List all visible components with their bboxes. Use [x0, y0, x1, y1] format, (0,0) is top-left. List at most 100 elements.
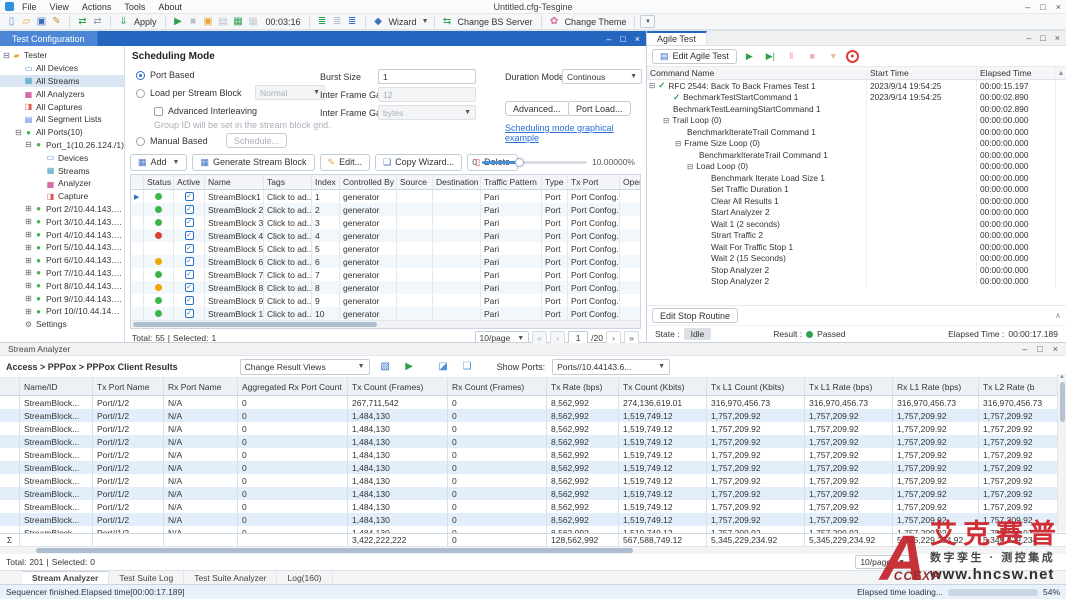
menu-actions[interactable]: Actions: [82, 2, 112, 12]
menu-file[interactable]: File: [22, 2, 37, 12]
tree-item[interactable]: ▅ All Analyzers: [0, 87, 124, 100]
tree-item[interactable]: ▭ All Devices: [0, 62, 124, 75]
agile-command-row[interactable]: Wait 2 (15 Seconds) 00:00:00.000: [647, 253, 1066, 265]
db-save-icon[interactable]: ≣: [345, 15, 360, 28]
col-tx-l1-count[interactable]: Tx L1 Count (Kbits): [707, 378, 805, 395]
col-tx-port-name[interactable]: Tx Port Name: [93, 378, 164, 395]
tree-expander-icon[interactable]: ⊟: [687, 162, 693, 171]
tree-expander-icon[interactable]: ⊞: [24, 294, 33, 303]
start-capture-icon[interactable]: ▦: [231, 15, 246, 28]
new-file-icon[interactable]: ▯: [4, 15, 19, 28]
cell-tags[interactable]: Click to ad...: [264, 281, 312, 294]
analyzer-play-button[interactable]: ▶: [401, 359, 418, 374]
col-index[interactable]: Index: [312, 175, 340, 189]
stream-table-row[interactable]: ✓ StreamBlock 7 Click to ad... 7 generat…: [131, 268, 640, 281]
tree-expander-icon[interactable]: ⊞: [24, 256, 33, 265]
export-icon[interactable]: ❏: [459, 359, 476, 374]
active-checkbox[interactable]: ✓: [185, 283, 194, 292]
tree-expander-icon[interactable]: ⊟: [649, 81, 655, 90]
tree-expander-icon[interactable]: ⊟: [675, 139, 681, 148]
tab-log[interactable]: Log(160): [277, 571, 332, 584]
tree-item[interactable]: ▦ Streams: [0, 164, 124, 177]
active-checkbox[interactable]: ✓: [185, 257, 194, 266]
stream-table-row[interactable]: ✓ StreamBlock 2 Click to ad... 2 generat…: [131, 203, 640, 216]
copy-wizard-button[interactable]: ❏Copy Wizard...: [375, 154, 462, 171]
tree-item[interactable]: ▦ All Streams: [0, 75, 124, 88]
tree-item[interactable]: ▅ Analyzer: [0, 177, 124, 190]
tree-item[interactable]: ⊞ ● Port 8//10.44.143.64/1/1: [0, 279, 124, 292]
agile-command-row[interactable]: Wait 1 (2 seconds) 00:00:00.000: [647, 218, 1066, 230]
col-elapsed-time[interactable]: Elapsed Time: [977, 67, 1056, 79]
cell-tags[interactable]: Click to ad...: [264, 216, 312, 229]
tree-expander-icon[interactable]: ⊟: [663, 116, 669, 125]
open-file-icon[interactable]: ▱: [19, 15, 34, 28]
tree-expander-icon[interactable]: ⊞: [24, 243, 33, 252]
agile-command-row[interactable]: Benchmark Iterate Load Size 1 00:00:00.0…: [647, 172, 1066, 184]
agile-command-row[interactable]: Wait For Traffic Stop 1 00:00:00.000: [647, 241, 1066, 253]
stream-table-row[interactable]: ✓ StreamBlock 8 Click to ad... 8 generat…: [131, 281, 640, 294]
panel-restore-button[interactable]: □: [1040, 33, 1045, 43]
col-status[interactable]: Status: [144, 175, 174, 189]
stream-table-row[interactable]: ▶ ✓ StreamBlock1 Click to ad... 1 genera…: [131, 190, 640, 203]
change-result-views-select[interactable]: Change Result Views▼: [240, 359, 370, 375]
apply-button[interactable]: ⇓ Apply: [116, 15, 160, 28]
active-checkbox[interactable]: ✓: [185, 192, 194, 201]
collapse-icon[interactable]: ∧: [1055, 311, 1061, 320]
tree-expander-icon[interactable]: ⊞: [24, 281, 33, 290]
analyzer-per-page-select[interactable]: 10/page▼: [855, 555, 910, 569]
col-aggregated-rx[interactable]: Aggregated Rx Port Count: [238, 378, 348, 395]
col-name-id[interactable]: Name/ID: [20, 378, 93, 395]
wizard-button[interactable]: ◆ Wizard▼: [371, 15, 429, 28]
tree-item[interactable]: ◨ Capture: [0, 190, 124, 203]
agile-play-button[interactable]: ▶: [741, 49, 758, 64]
stream-table-row[interactable]: ✓ StreamBlock 6 Click to ad... 6 generat…: [131, 255, 640, 268]
col-controlled-by[interactable]: Controlled By: [340, 175, 397, 189]
tree-item[interactable]: ⊟ ▰ Tester: [0, 49, 124, 62]
save-stream-icon[interactable]: ▣: [201, 15, 216, 28]
agile-command-row[interactable]: Stop Analyzer 2 00:00:00.000: [647, 264, 1066, 276]
agile-command-row[interactable]: BenchmarkIterateTrail Command 1 00:00:00…: [647, 149, 1066, 161]
cell-tags[interactable]: Click to ad...: [264, 229, 312, 242]
stream-table-row[interactable]: ✓ StreamBlock 9 Click to ad... 9 generat…: [131, 294, 640, 307]
cell-tags[interactable]: Click to ad...: [264, 268, 312, 281]
edit-button[interactable]: ✎Edit...: [320, 154, 371, 171]
panel-close-button[interactable]: ×: [1053, 344, 1058, 354]
edit-stop-routine-button[interactable]: Edit Stop Routine: [652, 308, 738, 323]
tree-expander-icon[interactable]: ⊞: [24, 230, 33, 239]
col-destination[interactable]: Destination: [433, 175, 481, 189]
tree-item[interactable]: ◨ All Captures: [0, 100, 124, 113]
close-button[interactable]: ×: [1056, 2, 1061, 12]
tab-agile-test[interactable]: Agile Test: [647, 31, 707, 45]
connect-chassis-icon[interactable]: ⇄: [75, 15, 90, 28]
col-type[interactable]: Type: [542, 175, 568, 189]
col-tx-count-kbits[interactable]: Tx Count (Kbits): [619, 378, 707, 395]
advanced-button[interactable]: Advanced...: [505, 101, 569, 116]
slider-track[interactable]: [482, 161, 587, 164]
agile-skip-button[interactable]: ▼: [825, 49, 842, 64]
cell-tags[interactable]: Click to ad...: [264, 203, 312, 216]
cell-tags[interactable]: Click to ad...: [264, 307, 312, 320]
agile-step-button[interactable]: ▶|: [762, 49, 779, 64]
col-start-time[interactable]: Start Time: [867, 67, 977, 79]
stream-table-row[interactable]: ✓ StreamBlock 10 Click to ad... 10 gener…: [131, 307, 640, 320]
col-tx-rate[interactable]: Tx Rate (bps): [547, 378, 619, 395]
change-bs-server-button[interactable]: ⇆ Change BS Server: [440, 15, 536, 28]
tree-item[interactable]: ⚙ Settings: [0, 318, 124, 331]
analyzer-result-row[interactable]: StreamBlock... Port//1/2 N/A 0 1,484,130…: [0, 487, 1066, 500]
analyzer-result-row[interactable]: StreamBlock... Port//1/2 N/A 0 267,711,5…: [0, 396, 1066, 409]
tree-item[interactable]: ⊟ ● All Ports(10): [0, 126, 124, 139]
tree-expander-icon[interactable]: ⊞: [24, 307, 33, 316]
agile-record-button[interactable]: ●: [846, 50, 859, 63]
active-checkbox[interactable]: ✓: [185, 296, 194, 305]
tree-item[interactable]: ⊞ ● Port 2//10.44.143.64/1/1: [0, 203, 124, 216]
tree-item[interactable]: ⊞ ● Port 4//10.44.143.64/1/1: [0, 228, 124, 241]
port-load-button[interactable]: Port Load...: [568, 101, 631, 116]
change-theme-button[interactable]: ✿ Change Theme: [547, 15, 630, 28]
inter-frame-gap-input[interactable]: 12: [378, 87, 476, 102]
burst-size-input[interactable]: 1: [378, 69, 476, 84]
tree-expander-icon[interactable]: ⊞: [24, 217, 33, 226]
col-active[interactable]: Active: [174, 175, 205, 189]
duration-mode-select[interactable]: Continous▼: [562, 69, 642, 84]
analyzer-hscrollbar[interactable]: [0, 546, 1066, 554]
advanced-interleaving-checkbox[interactable]: Advanced Interleaving: [154, 106, 257, 116]
